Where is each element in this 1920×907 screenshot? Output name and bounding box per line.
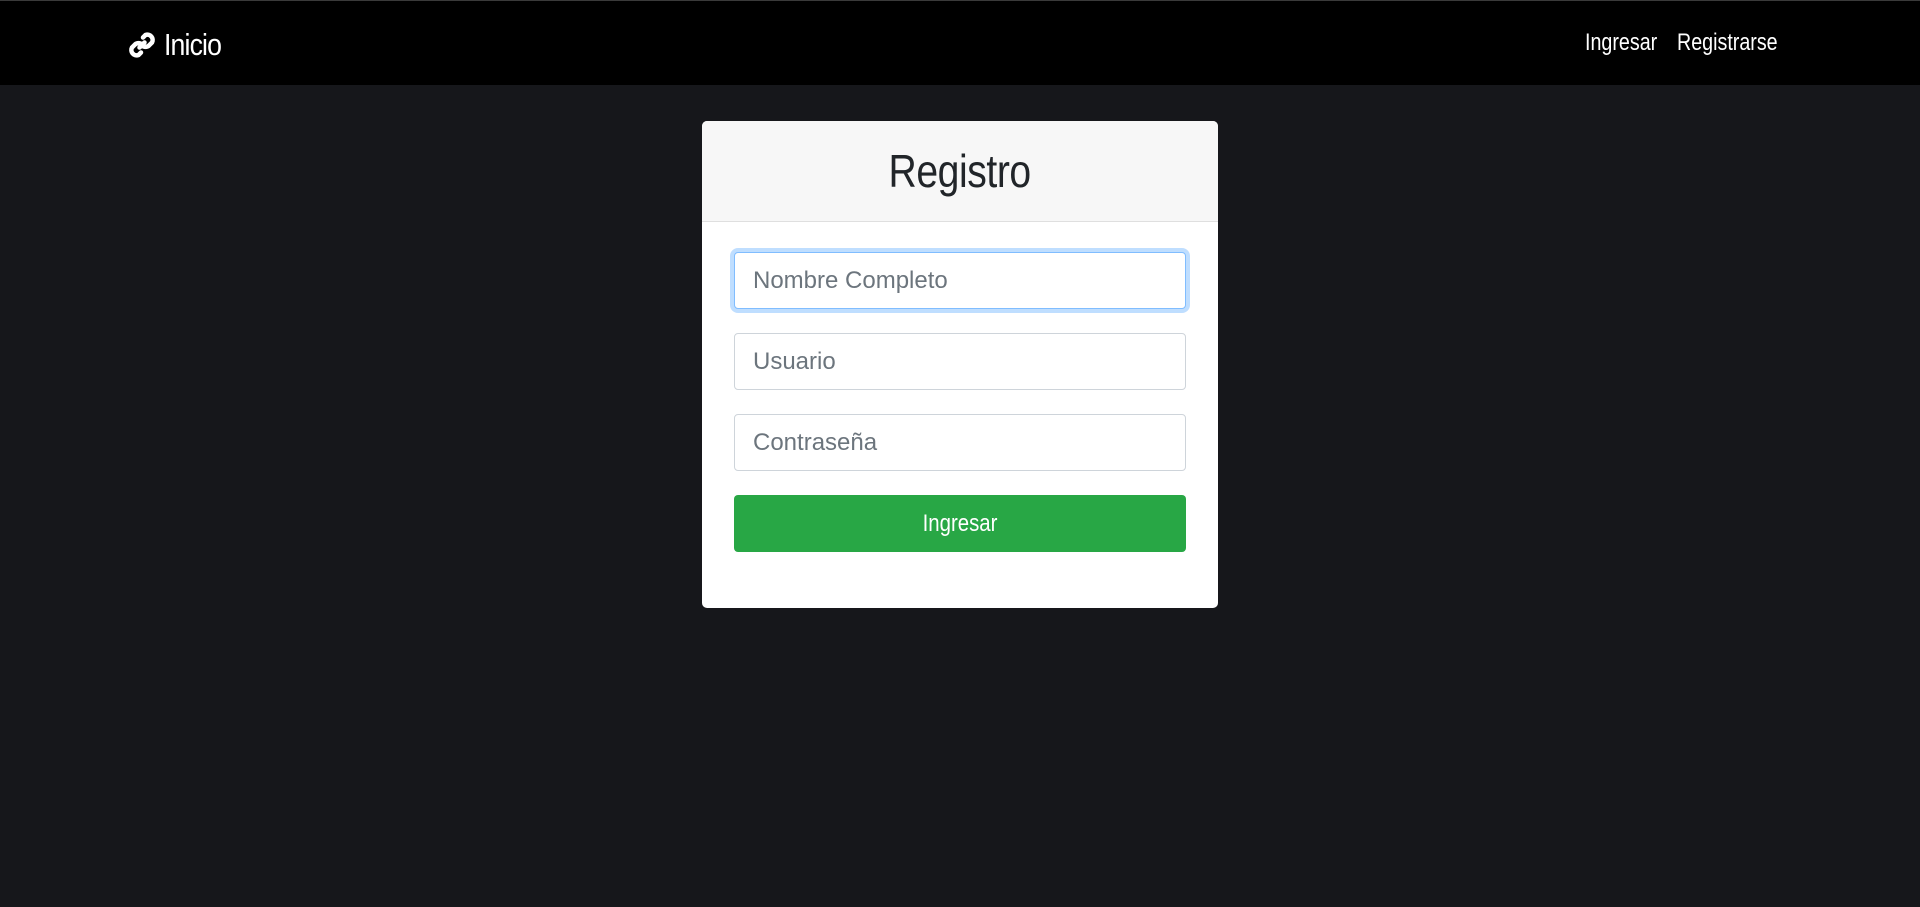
nav-link-ingresar[interactable]: Ingresar	[1585, 29, 1657, 57]
nav-link-registrarse[interactable]: Registrarse	[1677, 29, 1778, 57]
page-title: Registro	[888, 145, 1032, 197]
brand-label: Inicio	[164, 27, 222, 62]
link-icon	[126, 29, 158, 61]
brand-link[interactable]: Inicio	[126, 25, 230, 65]
navbar: Inicio Ingresar Registrarse	[0, 1, 1920, 85]
password-input[interactable]	[734, 414, 1186, 471]
full-name-input[interactable]	[734, 252, 1186, 309]
submit-button[interactable]: Ingresar	[734, 495, 1186, 552]
register-card: Registro Ingresar	[702, 121, 1218, 608]
card-header: Registro	[702, 121, 1218, 222]
username-input[interactable]	[734, 333, 1186, 390]
submit-button-label: Ingresar	[922, 509, 998, 537]
